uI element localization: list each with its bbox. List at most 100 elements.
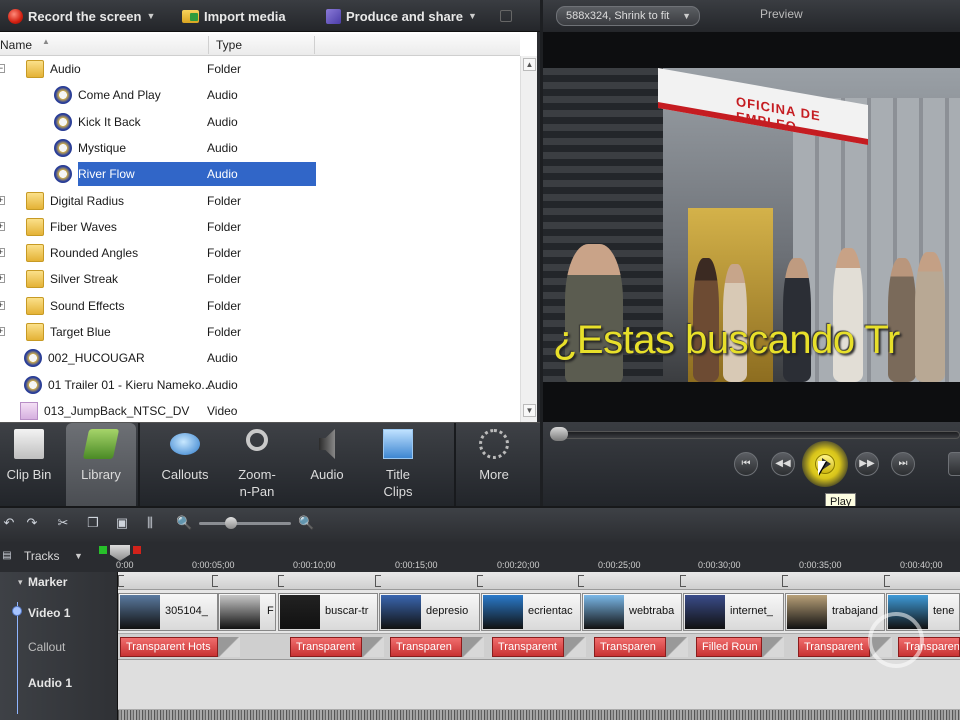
transition-icon[interactable] bbox=[362, 637, 384, 657]
video-clip[interactable]: depresio bbox=[379, 593, 480, 631]
tab-label: More bbox=[479, 467, 509, 482]
item-name: Digital Radius bbox=[50, 193, 125, 208]
callout-clip[interactable]: Transparen bbox=[594, 637, 666, 657]
clip-thumbnail bbox=[120, 595, 160, 629]
skip-forward-icon: ⏭ bbox=[898, 458, 908, 469]
scrub-bar[interactable] bbox=[552, 431, 960, 439]
list-item[interactable]: + Silver Streak Folder bbox=[0, 266, 520, 292]
transition-icon[interactable] bbox=[564, 637, 586, 657]
tab-title-clips[interactable]: Title Clips bbox=[362, 423, 434, 507]
video-clip[interactable]: 305104_ bbox=[118, 593, 218, 631]
column-divider[interactable] bbox=[314, 36, 315, 54]
list-item[interactable]: + Fiber Waves Folder bbox=[0, 214, 520, 240]
list-item[interactable]: + Target Blue Folder bbox=[0, 319, 520, 345]
timeline-zoom-slider[interactable] bbox=[199, 522, 291, 525]
expand-icon[interactable]: + bbox=[0, 248, 5, 258]
track-marker-label[interactable]: Marker bbox=[28, 575, 67, 589]
track-audio-label[interactable]: Audio 1 bbox=[28, 676, 72, 690]
transition-icon[interactable] bbox=[218, 637, 240, 657]
fast-forward-button[interactable]: ▶▶ bbox=[855, 452, 879, 476]
transition-icon[interactable] bbox=[462, 637, 484, 657]
selection-end-handle[interactable] bbox=[133, 546, 141, 554]
list-item[interactable]: + Rounded Angles Folder bbox=[0, 240, 520, 266]
track-video-label[interactable]: Video 1 bbox=[28, 606, 70, 620]
transition-icon[interactable] bbox=[762, 637, 784, 657]
collapse-arrow-icon[interactable]: ▾ bbox=[18, 577, 23, 588]
transition-icon[interactable] bbox=[666, 637, 688, 657]
list-item[interactable]: Mystique Audio bbox=[0, 135, 520, 161]
clip-name: buscar-tr bbox=[325, 605, 369, 617]
list-item[interactable]: 01 Trailer 01 - Kieru Nameko... Audio bbox=[0, 372, 520, 398]
list-item[interactable]: − Audio Folder bbox=[0, 56, 520, 82]
audio-track[interactable] bbox=[118, 660, 960, 710]
split-icon[interactable]: ⫼ bbox=[143, 516, 157, 530]
scroll-up-icon[interactable]: ▲ bbox=[523, 58, 536, 71]
item-type: Folder bbox=[207, 325, 242, 339]
callout-clip[interactable]: Transparen bbox=[390, 637, 462, 657]
expand-icon[interactable]: + bbox=[0, 195, 5, 205]
selection-start-handle[interactable] bbox=[99, 546, 107, 554]
marker-track[interactable] bbox=[118, 572, 960, 590]
tab-audio[interactable]: Audio bbox=[292, 423, 362, 507]
video-clip[interactable]: buscar-tr bbox=[278, 593, 378, 631]
scrub-handle[interactable] bbox=[550, 427, 568, 441]
video-clip[interactable]: F bbox=[218, 593, 276, 631]
skip-forward-button[interactable]: ⏭ bbox=[891, 452, 915, 476]
fullscreen-button[interactable] bbox=[948, 452, 960, 476]
column-header-name[interactable]: Name bbox=[0, 38, 32, 52]
record-screen-button[interactable]: Record the screen ▼ bbox=[8, 6, 155, 26]
undo-icon[interactable]: ↶ bbox=[2, 516, 16, 530]
expand-icon[interactable]: + bbox=[0, 327, 5, 336]
tab-callouts[interactable]: Callouts bbox=[146, 423, 224, 507]
list-item[interactable]: Kick It Back Audio bbox=[0, 109, 520, 135]
video-clip[interactable]: ecrientac bbox=[481, 593, 581, 631]
list-item[interactable]: 013_JumpBack_NTSC_DV Video bbox=[0, 398, 520, 422]
timeline-zoom-handle[interactable] bbox=[225, 517, 237, 529]
tracks-menu[interactable]: Tracks bbox=[24, 549, 60, 563]
copy-icon[interactable]: ❐ bbox=[86, 516, 100, 530]
preview-size-value: 588x324, Shrink to fit bbox=[566, 10, 670, 22]
vertical-scrollbar[interactable]: ▲ ▼ bbox=[520, 56, 537, 422]
callout-clip[interactable]: Transparent bbox=[798, 637, 870, 657]
scroll-down-icon[interactable]: ▼ bbox=[523, 404, 536, 417]
item-type: Folder bbox=[207, 62, 242, 76]
collapse-icon[interactable]: − bbox=[0, 64, 5, 73]
tab-more[interactable]: More bbox=[454, 423, 534, 507]
folder-icon bbox=[26, 270, 44, 289]
video-clip[interactable]: webtraba bbox=[582, 593, 682, 631]
produce-share-button[interactable]: Produce and share ▼ bbox=[326, 6, 477, 26]
tab-zoom-n-pan[interactable]: Zoom-n-Pan bbox=[224, 423, 290, 507]
paste-icon[interactable]: ▣ bbox=[115, 516, 129, 530]
chevron-down-icon[interactable]: ▼ bbox=[74, 551, 83, 561]
rewind-button[interactable]: ◀◀ bbox=[771, 452, 795, 476]
list-item[interactable]: + Sound Effects Folder bbox=[0, 293, 520, 319]
zoom-in-icon[interactable]: 🔍 bbox=[298, 516, 314, 530]
callout-clip[interactable]: Transparent bbox=[492, 637, 564, 657]
list-item[interactable]: + Digital Radius Folder bbox=[0, 188, 520, 214]
track-knob[interactable] bbox=[12, 606, 22, 616]
preview-size-dropdown[interactable]: 588x324, Shrink to fit ▼ bbox=[556, 6, 700, 26]
video-clip[interactable]: internet_ bbox=[683, 593, 784, 631]
callout-clip[interactable]: Filled Roun bbox=[696, 637, 762, 657]
list-item[interactable]: Come And Play Audio bbox=[0, 82, 520, 108]
list-item[interactable]: 002_HUCOUGAR Audio bbox=[0, 345, 520, 371]
tab-clip-bin[interactable]: Clip Bin bbox=[0, 423, 58, 507]
column-divider[interactable] bbox=[208, 36, 209, 54]
track-callout-label[interactable]: Callout bbox=[28, 640, 65, 654]
expand-icon[interactable]: + bbox=[0, 274, 5, 284]
video-clip[interactable]: trabajand bbox=[785, 593, 885, 631]
callout-clip[interactable]: Transparent bbox=[290, 637, 362, 657]
import-media-button[interactable]: Import media bbox=[182, 6, 286, 26]
expand-icon[interactable]: + bbox=[0, 300, 5, 310]
item-type: Folder bbox=[207, 272, 242, 287]
redo-icon[interactable]: ↷ bbox=[25, 516, 39, 530]
callout-clip[interactable]: Transparent Hots bbox=[120, 637, 218, 657]
cut-icon[interactable]: ✂ bbox=[56, 516, 70, 530]
skip-back-button[interactable]: ⏮ bbox=[734, 452, 758, 476]
tab-library[interactable]: Library bbox=[66, 423, 136, 507]
zoom-out-icon[interactable]: 🔍 bbox=[176, 516, 192, 530]
list-item[interactable]: River Flow Audio bbox=[0, 161, 520, 187]
column-header-type[interactable]: Type bbox=[216, 38, 242, 52]
expand-icon[interactable]: + bbox=[0, 221, 5, 231]
panel-collapse-button[interactable] bbox=[500, 10, 512, 22]
